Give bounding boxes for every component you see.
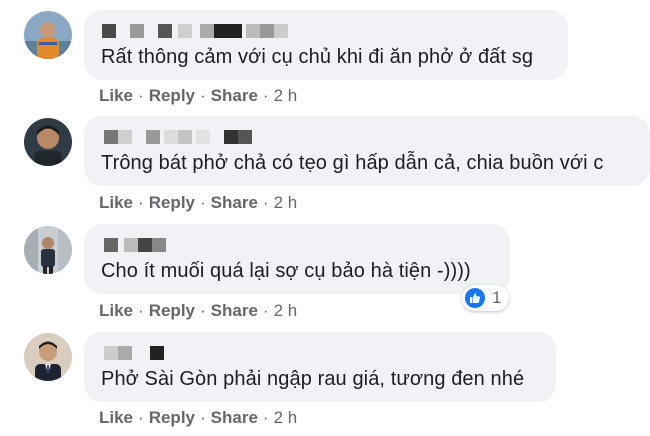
- like-button[interactable]: Like: [99, 301, 133, 320]
- reply-button[interactable]: Reply: [149, 86, 195, 105]
- avatar[interactable]: [24, 226, 72, 274]
- separator: ·: [200, 86, 206, 105]
- separator: ·: [200, 193, 206, 212]
- separator: ·: [138, 193, 144, 212]
- comment-bubble: Trông bát phở chả có tẹo gì hấp dẫn cả, …: [84, 116, 650, 186]
- reply-button[interactable]: Reply: [149, 408, 195, 427]
- comment-actions: Like · Reply · Share · 2 h: [99, 86, 297, 106]
- comment-text: Trông bát phở chả có tẹo gì hấp dẫn cả, …: [101, 152, 604, 174]
- comment-actions: Like · Reply · Share · 2 h: [99, 408, 297, 428]
- comment-bubble: Cho ít muối quá lại sợ cụ bảo hà tiện -)…: [84, 224, 510, 294]
- comment-bubble: Phở Sài Gòn phải ngập rau giá, tương đen…: [84, 332, 556, 402]
- share-button[interactable]: Share: [211, 301, 258, 320]
- comment-timestamp[interactable]: 2 h: [274, 408, 298, 427]
- reaction-summary[interactable]: 1: [462, 285, 510, 311]
- separator: ·: [200, 301, 206, 320]
- separator: ·: [262, 86, 269, 105]
- like-button[interactable]: Like: [99, 408, 133, 427]
- comment-timestamp[interactable]: 2 h: [274, 193, 298, 212]
- separator: ·: [138, 301, 144, 320]
- reaction-count: 1: [492, 288, 502, 307]
- separator: ·: [138, 86, 144, 105]
- comment-bubble: Rất thông cảm với cụ chủ khi đi ăn phở ở…: [84, 10, 568, 80]
- separator: ·: [262, 408, 269, 427]
- separator: ·: [200, 408, 206, 427]
- comment-text: Rất thông cảm với cụ chủ khi đi ăn phở ở…: [101, 46, 534, 68]
- reply-button[interactable]: Reply: [149, 301, 195, 320]
- avatar[interactable]: [24, 11, 72, 59]
- comment-actions: Like · Reply · Share · 2 h: [99, 193, 297, 213]
- share-button[interactable]: Share: [211, 408, 258, 427]
- avatar[interactable]: [24, 118, 72, 166]
- separator: ·: [138, 408, 144, 427]
- comment-text: Cho ít muối quá lại sợ cụ bảo hà tiện -)…: [101, 260, 471, 282]
- like-button[interactable]: Like: [99, 86, 133, 105]
- comment-text: Phở Sài Gòn phải ngập rau giá, tương đen…: [101, 368, 525, 390]
- comment-timestamp[interactable]: 2 h: [274, 301, 298, 320]
- separator: ·: [262, 193, 269, 212]
- share-button[interactable]: Share: [211, 86, 258, 105]
- share-button[interactable]: Share: [211, 193, 258, 212]
- like-button[interactable]: Like: [99, 193, 133, 212]
- reply-button[interactable]: Reply: [149, 193, 195, 212]
- separator: ·: [262, 301, 269, 320]
- avatar[interactable]: [24, 333, 72, 381]
- like-reaction-icon: [465, 288, 485, 308]
- comment-actions: Like · Reply · Share · 2 h: [99, 301, 297, 321]
- comment-timestamp[interactable]: 2 h: [274, 86, 298, 105]
